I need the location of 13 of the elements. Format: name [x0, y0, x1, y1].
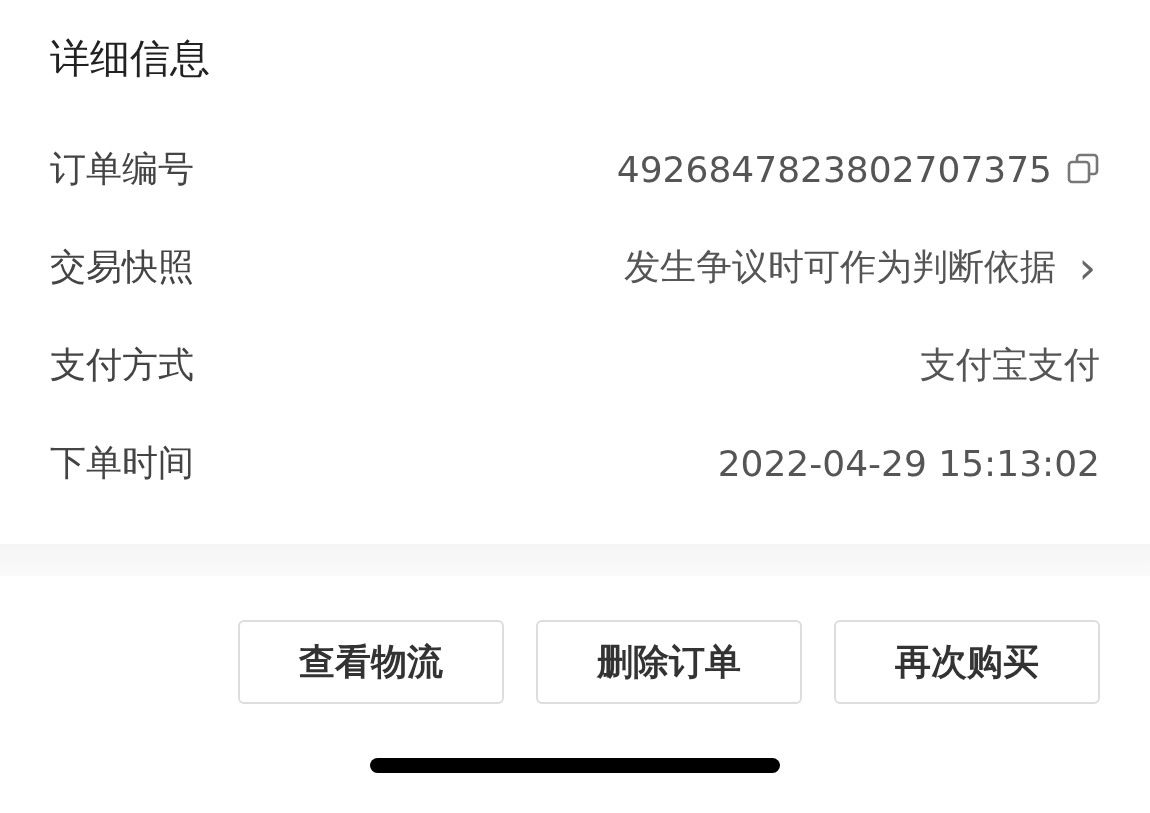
row-label: 交易快照: [50, 244, 194, 289]
action-button[interactable]: 再次购买: [834, 620, 1100, 704]
snapshot-link[interactable]: 发生争议时可作为判断依据 ›: [624, 241, 1100, 293]
copy-icon[interactable]: [1066, 152, 1100, 186]
action-button[interactable]: 删除订单: [536, 620, 802, 704]
order-number: 4926847823802707375: [616, 148, 1052, 190]
action-button[interactable]: 查看物流: [238, 620, 504, 704]
row-label: 订单编号: [50, 146, 194, 191]
section-title: 详细信息: [49, 34, 211, 83]
row-value: 支付宝支付: [920, 342, 1100, 387]
row-value: 2022-04-29 15:13:02: [717, 442, 1100, 484]
row-label: 支付方式: [50, 342, 194, 387]
row-label: 下单时间: [50, 440, 194, 485]
